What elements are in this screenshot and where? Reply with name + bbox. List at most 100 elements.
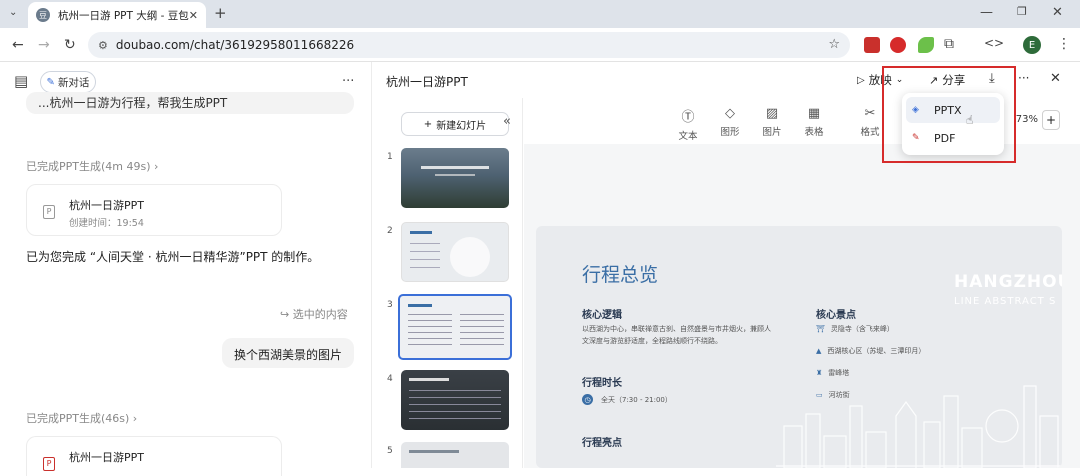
browser-tab-bar: ⌄ 豆 杭州一日游 PPT 大纲 - 豆包 ✕ + — ❐ ✕ (0, 0, 1080, 28)
slide-thumbnail-4[interactable] (401, 370, 509, 430)
tool-table[interactable]: ▦ 表格 (797, 106, 831, 138)
ppt-title: 杭州一日游PPT (386, 75, 468, 89)
duration-text: 全天（7:30 - 21:00） (601, 395, 672, 404)
new-chat-button[interactable]: ✎ 新对话 (40, 71, 96, 93)
selected-content-text: 选中的内容 (292, 308, 348, 321)
window-minimize-button[interactable]: — (980, 6, 993, 19)
sidebar-toggle-icon[interactable]: ▤ (14, 74, 28, 89)
collapse-thumbnails-button[interactable]: « (503, 114, 511, 129)
ppt2-card[interactable]: P 杭州一日游PPT (26, 436, 282, 476)
clock-icon: ◷ (582, 394, 593, 405)
address-bar[interactable]: ⚙ doubao.com/chat/36192958011668226 ☆ (88, 32, 850, 58)
window-close-button[interactable]: ✕ (1052, 6, 1063, 19)
reply-arrow-icon: ↪ (280, 308, 290, 321)
tool-shape-label: 图形 (720, 127, 740, 138)
slide-number: 5 (387, 446, 393, 456)
new-chat-label: 新对话 (57, 76, 90, 89)
devtools-code-icon[interactable]: <> (984, 37, 1004, 49)
play-icon: ▷ (857, 74, 865, 86)
user-message-text: 换个西湖美景的图片 (234, 348, 343, 362)
assistant-response-text: 已为您完成 “人间天堂 · 杭州一日精华游”PPT 的制作。 (26, 250, 320, 264)
tab-title: 杭州一日游 PPT 大纲 - 豆包 (58, 9, 189, 22)
browser-toolbar: ← → ↻ ⚙ doubao.com/chat/3619295801166822… (0, 28, 1080, 62)
extension-red-round-icon[interactable] (890, 37, 906, 53)
reload-icon[interactable]: ↻ (64, 38, 76, 52)
chat-more-button[interactable]: ··· (342, 74, 354, 89)
slide-thumbnails: + 新建幻灯片 « 1 2 3 4 5 (373, 98, 523, 468)
slide-thumbnail-3-selected[interactable] (398, 294, 512, 360)
chevron-right-icon: › (154, 160, 159, 173)
extension-red-icon[interactable] (864, 37, 880, 53)
slide-number: 1 (387, 152, 393, 162)
ppt1-time: 创建时间：19:54 (69, 218, 144, 229)
forward-arrow-icon[interactable]: → (38, 38, 50, 52)
spots-heading: 核心景点 (816, 310, 856, 321)
previous-message-text: ...杭州一日游为行程，帮我生成PPT (38, 96, 228, 110)
slide-watermark-2: LINE ABSTRACT S (954, 296, 1057, 307)
window-restore-button[interactable]: ❐ (1017, 6, 1027, 17)
profile-avatar[interactable]: E (1023, 36, 1041, 54)
chat-panel: ▤ ✎ 新对话 ··· ...杭州一日游为行程，帮我生成PPT 已完成PPT生成… (0, 62, 372, 476)
slide-canvas[interactable]: 行程总览 HANGZHOU C LINE ABSTRACT S 核心逻辑 以西湖… (536, 226, 1062, 468)
ppt2-title: 杭州一日游PPT (69, 451, 144, 464)
new-slide-button[interactable]: + 新建幻灯片 (401, 112, 509, 136)
spot-2-text: 西湖核心区（苏堤、三潭印月） (827, 347, 926, 355)
selected-content-label: ↪ 选中的内容 (280, 306, 348, 322)
image-tool-icon: ▨ (765, 106, 779, 121)
ppt2-status[interactable]: 已完成PPT生成(46s) › (26, 410, 137, 426)
thumbnail-text-lines (410, 243, 440, 273)
thumbnail-title-line (409, 450, 459, 453)
ppt2-status-text: 已完成PPT生成(46s) (26, 412, 130, 425)
thumbnail-title-line (421, 166, 489, 169)
temple-icon: ⛩ (816, 325, 825, 333)
tool-image[interactable]: ▨ 图片 (755, 106, 789, 138)
tool-text[interactable]: Ⓣ 文本 (671, 106, 705, 142)
slide-thumbnail-2[interactable] (401, 222, 509, 282)
extension-green-leaf-icon[interactable] (918, 37, 934, 53)
thumbnail-title-line (409, 378, 449, 381)
thumbnail-title-line (408, 304, 432, 307)
more-button[interactable]: ··· (1018, 71, 1029, 85)
tool-shape[interactable]: ◇ 图形 (713, 106, 747, 138)
shape-tool-icon: ◇ (725, 106, 735, 121)
bookmark-star-icon[interactable]: ☆ (828, 37, 840, 52)
close-panel-button[interactable]: ✕ (1050, 71, 1061, 86)
slide-number: 2 (387, 226, 393, 236)
zoom-in-button[interactable]: + (1042, 110, 1060, 130)
extensions-puzzle-icon[interactable]: ⧉ (944, 37, 954, 51)
mountain-icon: ▲ (816, 347, 822, 355)
user-message-bubble: 换个西湖美景的图片 (222, 338, 354, 368)
thumbnail-subtitle-line (435, 174, 475, 176)
ppt1-status-text: 已完成PPT生成(4m 49s) (26, 160, 151, 173)
spot-item: ⛩ 灵隐寺（含飞来峰） (816, 324, 894, 334)
highlights-heading: 行程亮点 (582, 438, 622, 449)
thumbnail-title-line (410, 231, 432, 234)
slide-watermark-1: HANGZHOU C (954, 272, 1062, 292)
logic-heading: 核心逻辑 (582, 310, 622, 321)
browser-tab[interactable]: 豆 杭州一日游 PPT 大纲 - 豆包 ✕ (28, 2, 206, 28)
tab-close-icon[interactable]: ✕ (189, 9, 198, 22)
tool-format-label: 格式 (860, 127, 880, 138)
ppt1-title: 杭州一日游PPT (69, 199, 144, 212)
ppt1-status[interactable]: 已完成PPT生成(4m 49s) › (26, 158, 158, 174)
new-slide-label: 新建幻灯片 (436, 120, 487, 132)
new-tab-button[interactable]: + (214, 6, 227, 21)
slide-number: 4 (387, 374, 393, 384)
logic-text-line-2: 文深度与游览舒适度，全程路线顺行不绕路。 (582, 337, 722, 345)
back-arrow-icon[interactable]: ← (12, 38, 24, 52)
slide-thumbnail-1[interactable] (401, 148, 509, 208)
browser-menu-icon[interactable]: ⋮ (1057, 37, 1071, 51)
duration-heading: 行程时长 (582, 378, 622, 389)
text-tool-icon: Ⓣ (681, 110, 695, 125)
spot-1-text: 灵隐寺（含飞来峰） (830, 325, 894, 333)
plus-icon: + (423, 118, 433, 130)
slide-thumbnail-5[interactable] (401, 442, 509, 468)
site-settings-icon[interactable]: ⚙ (98, 39, 108, 52)
thumbnail-cloud-shape (450, 237, 490, 277)
chevron-right-icon: › (132, 412, 138, 425)
tool-text-label: 文本 (678, 131, 698, 142)
logic-text-line-1: 以西湖为中心，串联禅意古刹、自然盛景与市井烟火，兼顾人 (582, 325, 771, 333)
ppt1-card[interactable]: P 杭州一日游PPT 创建时间：19:54 (26, 184, 282, 236)
table-tool-icon: ▦ (807, 106, 821, 121)
tab-search-chevron-icon[interactable]: ⌄ (9, 8, 17, 18)
